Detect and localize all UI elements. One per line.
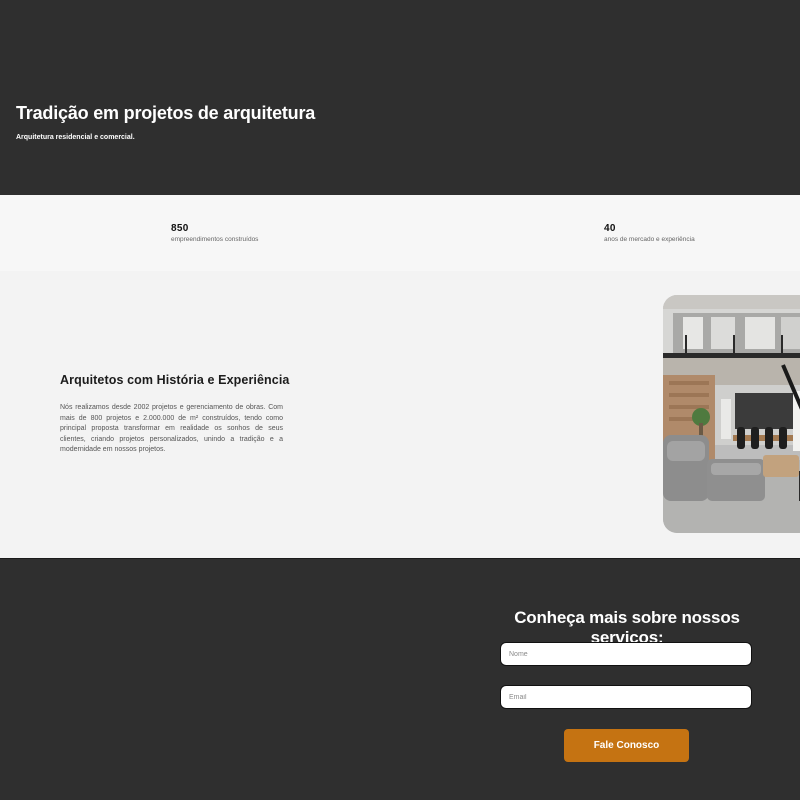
stats-section: 850 empreendimentos construídos 40 anos …: [0, 195, 800, 271]
hero-section: Tradição em projetos de arquitetura Arqu…: [0, 0, 800, 195]
stat-label: anos de mercado e experiência: [604, 236, 695, 243]
about-title: Arquitetos com História e Experiência: [60, 373, 290, 387]
about-section: Arquitetos com História e Experiência Nó…: [0, 271, 800, 559]
name-input[interactable]: [500, 642, 752, 666]
stat-value: 850: [171, 223, 189, 234]
stat-years: 40 anos de mercado e experiência: [604, 223, 695, 243]
hero-title: Tradição em projetos de arquitetura: [16, 103, 316, 123]
stat-label: empreendimentos construídos: [171, 236, 259, 243]
about-text: Nós realizamos desde 2002 projetos e ger…: [60, 404, 283, 454]
contact-section: Conheça mais sobre nossos serviços: Fale…: [0, 559, 800, 800]
stat-projects: 850 empreendimentos construídos: [171, 223, 258, 243]
interior-photo: [663, 295, 800, 533]
hero-subtitle: Arquitetura residencial e comercial.: [16, 134, 135, 141]
stat-value: 40: [604, 223, 616, 234]
contact-submit-button[interactable]: Fale Conosco: [564, 729, 689, 762]
email-input[interactable]: [500, 685, 752, 709]
